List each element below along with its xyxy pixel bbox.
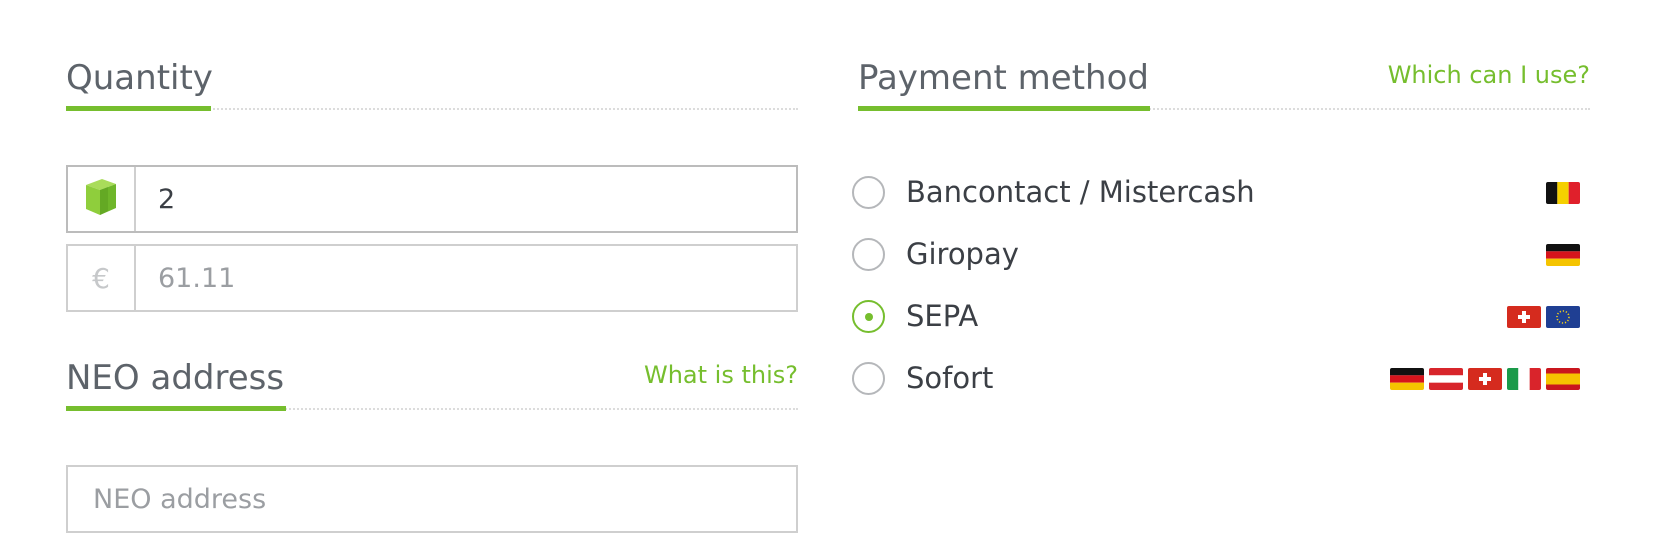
neo-addon bbox=[68, 167, 136, 231]
section-accent-underline bbox=[66, 106, 211, 111]
spain-flag-icon bbox=[1546, 368, 1580, 390]
switzerland-flag-icon bbox=[1468, 368, 1502, 390]
price-input-group: € bbox=[66, 244, 798, 312]
payment-option-label: Bancontact / Mistercash bbox=[906, 175, 1255, 209]
radio-button-selected[interactable] bbox=[852, 300, 885, 333]
which-can-i-use-link[interactable]: Which can I use? bbox=[1388, 56, 1590, 94]
neo-address-input[interactable] bbox=[68, 467, 796, 531]
payment-option-sepa[interactable]: SEPA bbox=[852, 292, 1580, 342]
country-flags bbox=[1546, 182, 1580, 204]
radio-button[interactable] bbox=[852, 362, 885, 395]
country-flags bbox=[1546, 244, 1580, 266]
neo-address-title: NEO address bbox=[66, 358, 285, 398]
section-accent-underline bbox=[858, 106, 1150, 111]
quantity-input-group bbox=[66, 165, 798, 233]
italy-flag-icon bbox=[1507, 368, 1541, 390]
austria-flag-icon bbox=[1429, 368, 1463, 390]
quantity-section-header: Quantity bbox=[66, 56, 798, 111]
quantity-input[interactable] bbox=[136, 167, 796, 231]
payment-option-label: SEPA bbox=[906, 299, 979, 333]
switzerland-flag-icon bbox=[1507, 306, 1541, 328]
germany-flag-icon bbox=[1546, 244, 1580, 266]
section-accent-underline bbox=[66, 406, 286, 411]
country-flags bbox=[1507, 306, 1580, 328]
country-flags bbox=[1390, 368, 1580, 390]
payment-method-title: Payment method bbox=[858, 58, 1149, 98]
what-is-this-link[interactable]: What is this? bbox=[644, 356, 798, 394]
eu-flag-icon bbox=[1546, 306, 1580, 328]
payment-option-label: Giropay bbox=[906, 237, 1019, 271]
payment-method-section-header: Payment method Which can I use? bbox=[858, 56, 1590, 111]
price-field bbox=[136, 246, 796, 310]
checkout-form: Quantity € NEO address What is this? bbox=[0, 0, 1654, 556]
payment-option-sofort[interactable]: Sofort bbox=[852, 354, 1580, 404]
belgium-flag-icon bbox=[1546, 182, 1580, 204]
radio-button[interactable] bbox=[852, 238, 885, 271]
euro-icon: € bbox=[92, 261, 110, 295]
quantity-title: Quantity bbox=[66, 58, 213, 98]
radio-button[interactable] bbox=[852, 176, 885, 209]
germany-flag-icon bbox=[1390, 368, 1424, 390]
payment-option-giropay[interactable]: Giropay bbox=[852, 230, 1580, 280]
neo-logo-icon bbox=[82, 177, 120, 221]
neo-address-section-header: NEO address What is this? bbox=[66, 356, 798, 411]
payment-option-bancontact[interactable]: Bancontact / Mistercash bbox=[852, 168, 1580, 218]
neo-address-input-group bbox=[66, 465, 798, 533]
euro-addon: € bbox=[68, 246, 136, 310]
payment-option-label: Sofort bbox=[906, 361, 994, 395]
